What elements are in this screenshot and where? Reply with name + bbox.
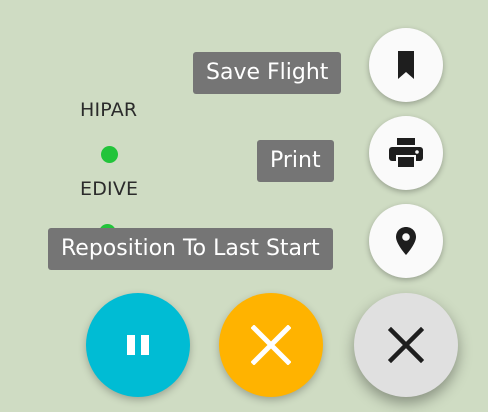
print-button[interactable] <box>369 116 443 190</box>
waypoint-label-hipar: HIPAR <box>80 99 138 121</box>
waypoint-marker-hipar[interactable] <box>101 146 118 163</box>
save-flight-label[interactable]: Save Flight <box>193 52 342 94</box>
printer-icon <box>389 138 423 169</box>
waypoint-label-edive: EDIVE <box>80 178 139 200</box>
pause-button[interactable] <box>86 293 190 397</box>
reposition-button[interactable] <box>369 204 443 278</box>
pause-icon <box>127 335 149 355</box>
close-menu-button[interactable] <box>354 293 458 397</box>
location-pin-icon <box>396 227 416 255</box>
print-label[interactable]: Print <box>257 140 334 182</box>
bookmark-icon <box>398 51 414 79</box>
close-icon <box>251 325 291 365</box>
reposition-label[interactable]: Reposition To Last Start <box>48 228 333 270</box>
cancel-button[interactable] <box>219 293 323 397</box>
save-flight-button[interactable] <box>369 28 443 102</box>
close-icon <box>388 327 424 363</box>
